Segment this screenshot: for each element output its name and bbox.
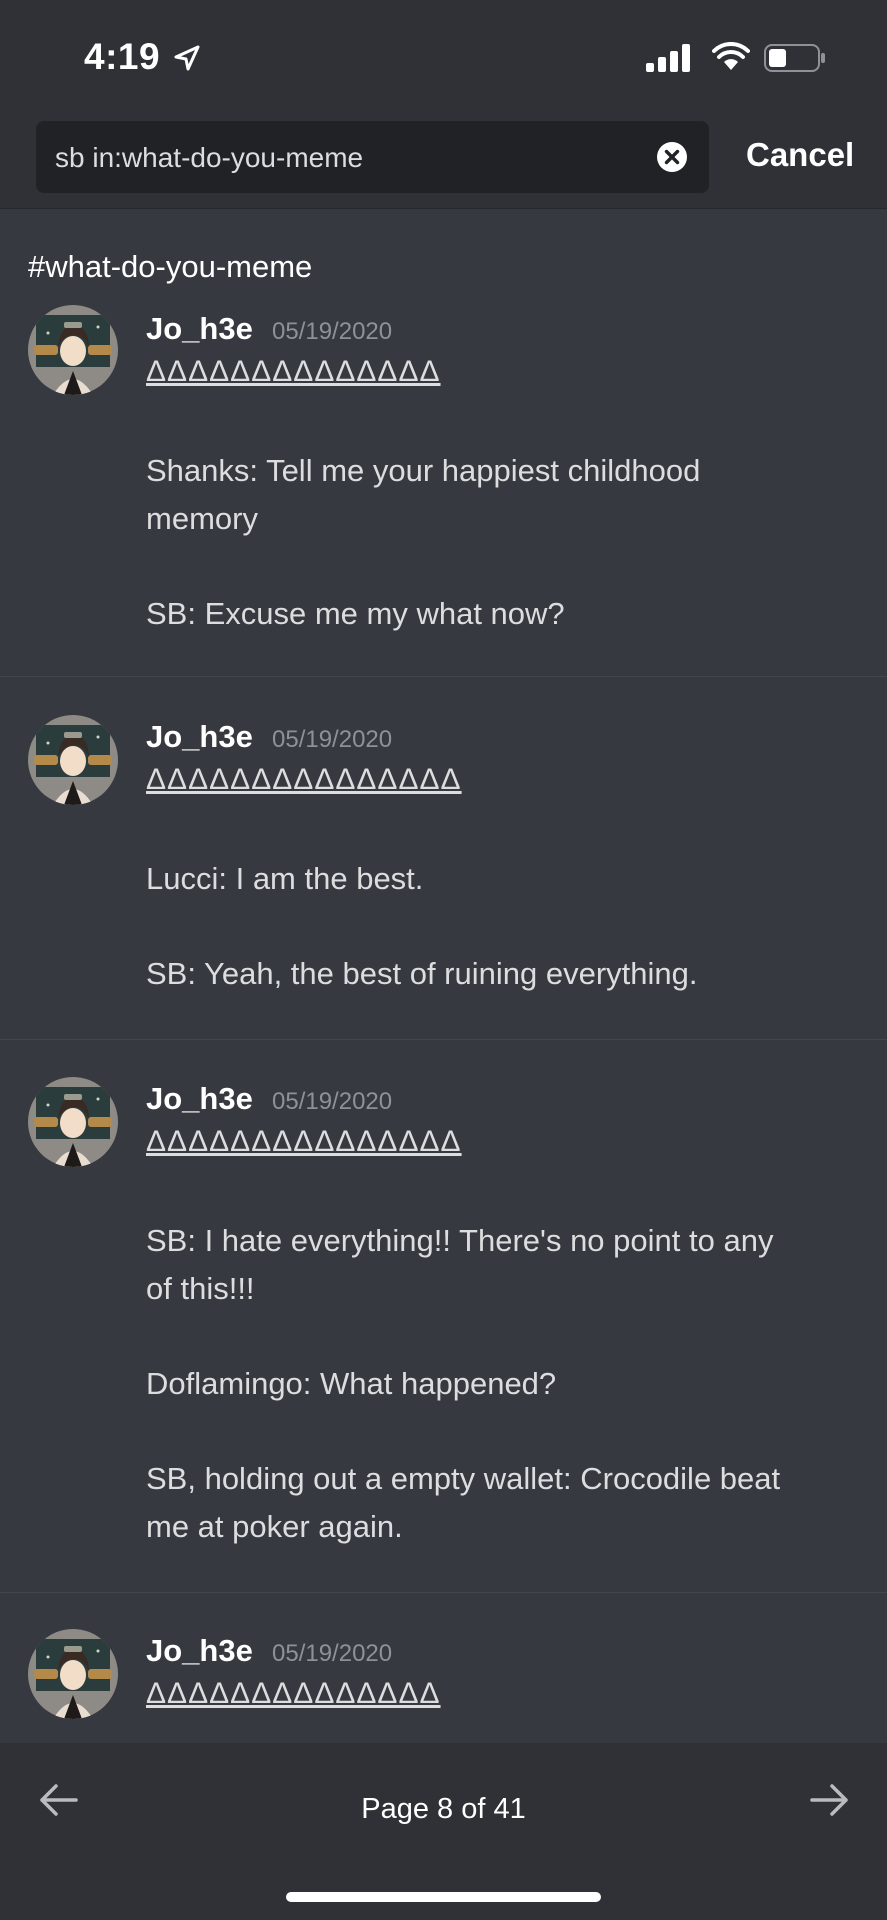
message-line: of this!!! [146,1271,255,1306]
search-header: sb in:what-do-you-meme Cancel [0,118,887,209]
avatar[interactable] [28,715,118,805]
message-line: Lucci: I am the best. [146,861,424,896]
search-results[interactable]: #what-do-you-meme Jo_h3e 05/19/2020 ΔΔΔΔ… [0,209,887,1743]
author-name[interactable]: Jo_h3e [146,311,253,347]
page-indicator: Page 8 of 41 [361,1793,526,1825]
search-result-message[interactable]: Jo_h3e 05/19/2020 ΔΔΔΔΔΔΔΔΔΔΔΔΔΔΔ SB: I … [0,1040,887,1593]
author-name[interactable]: Jo_h3e [146,1081,253,1117]
message-line: SB: Excuse me my what now? [146,596,565,631]
search-result-message[interactable]: Jo_h3e 05/19/2020 ΔΔΔΔΔΔΔΔΔΔΔΔΔΔΔ Lucci:… [0,677,887,1040]
wifi-icon [712,42,750,70]
location-arrow-icon [174,45,200,71]
avatar[interactable] [28,1629,118,1719]
battery-icon [764,44,825,72]
cancel-button[interactable]: Cancel [746,136,854,174]
home-indicator[interactable] [286,1892,601,1902]
message-line: SB, holding out a empty wallet: Crocodil… [146,1461,781,1496]
search-result-message[interactable]: Jo_h3e 05/19/2020 ΔΔΔΔΔΔΔΔΔΔΔΔΔΔ Shanks:… [0,209,887,677]
status-bar: 4:19 [0,0,887,118]
avatar[interactable] [28,305,118,395]
author-name[interactable]: Jo_h3e [146,1633,253,1669]
next-page-arrow-icon[interactable] [806,1777,852,1823]
status-time: 4:19 [84,36,161,77]
message-tagline: ΔΔΔΔΔΔΔΔΔΔΔΔΔΔΔ [146,763,462,796]
message-line: Doflamingo: What happened? [146,1366,557,1401]
message-timestamp: 05/19/2020 [272,318,393,345]
search-input[interactable]: sb in:what-do-you-meme [36,121,709,193]
message-timestamp: 05/19/2020 [272,726,393,753]
message-tagline: ΔΔΔΔΔΔΔΔΔΔΔΔΔΔ [146,355,441,388]
message-timestamp: 05/19/2020 [272,1640,393,1667]
message-line: SB: I hate everything!! There's no point… [146,1223,774,1258]
message-tagline: ΔΔΔΔΔΔΔΔΔΔΔΔΔΔΔ [146,1125,462,1158]
pagination-bar: Page 8 of 41 [0,1743,887,1920]
search-query[interactable]: sb in:what-do-you-meme [55,142,363,174]
message-line: SB: Yeah, the best of ruining everything… [146,956,698,991]
author-name[interactable]: Jo_h3e [146,719,253,755]
cellular-signal-icon [646,44,690,72]
message-timestamp: 05/19/2020 [272,1088,393,1115]
message-line: memory [146,501,258,536]
message-tagline: ΔΔΔΔΔΔΔΔΔΔΔΔΔΔ [146,1677,441,1710]
clear-search-icon[interactable] [656,141,688,173]
search-result-message[interactable]: Jo_h3e 05/19/2020 ΔΔΔΔΔΔΔΔΔΔΔΔΔΔ [0,1593,887,1743]
avatar[interactable] [28,1077,118,1167]
message-line: me at poker again. [146,1509,403,1544]
message-line: Shanks: Tell me your happiest childhood [146,453,701,488]
